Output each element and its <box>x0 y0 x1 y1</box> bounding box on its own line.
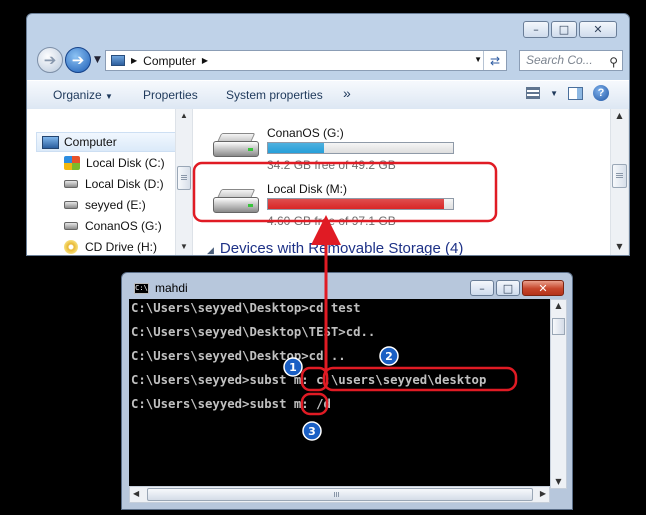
refresh-button[interactable]: ⇄ <box>483 51 506 70</box>
scroll-down-icon[interactable]: ▼ <box>611 242 628 251</box>
search-placeholder: Search Co... <box>526 53 593 67</box>
back-button[interactable]: ➔ <box>37 47 63 73</box>
change-view-icon[interactable] <box>526 87 541 99</box>
drive-icon <box>64 180 78 188</box>
drive-icon <box>64 222 78 230</box>
console-line: C:\Users\seyyed\Desktop>cd test <box>131 301 361 315</box>
drive-free-space: 4.60 GB free of 97.1 GB <box>267 214 396 228</box>
scroll-down-icon[interactable]: ▼ <box>551 477 566 486</box>
scroll-up-icon[interactable]: ▲ <box>176 111 192 120</box>
console-vertical-scrollbar[interactable]: ▲ ▼ <box>550 299 567 489</box>
nav-item-computer[interactable]: Computer <box>36 132 176 152</box>
windows-drive-icon <box>64 156 80 170</box>
address-dropdown-icon[interactable]: ▼ <box>474 55 482 64</box>
scrollbar-thumb[interactable] <box>612 164 627 188</box>
scroll-down-icon[interactable]: ▼ <box>176 242 192 251</box>
drive-item-g[interactable]: ConanOS (G:) 34.2 GB free of 49.2 GB <box>197 121 467 172</box>
navigation-pane: Computer Local Disk (C:) Local Disk (D:)… <box>27 109 193 255</box>
console-output[interactable]: C:\Users\seyyed\Desktop>cd test C:\Users… <box>129 299 550 496</box>
drive-name: ConanOS (G:) <box>267 126 344 140</box>
explorer-window: – □ ✕ ➔ ➔ ▼ ▶ Computer ▶ ▼ ⇄ Search Co..… <box>26 13 630 256</box>
forward-button[interactable]: ➔ <box>65 47 91 73</box>
minimize-button[interactable]: – <box>470 280 494 296</box>
nav-item-drive-c[interactable]: Local Disk (C:) <box>64 153 165 173</box>
nav-item-label: Computer <box>64 135 117 149</box>
organize-button[interactable]: Organize ▼ <box>53 88 113 102</box>
drive-usage-fill <box>268 199 444 209</box>
close-button[interactable]: ✕ <box>522 280 564 296</box>
hard-drive-icon <box>213 131 259 161</box>
search-icon: ⚲ <box>609 55 618 69</box>
hard-drive-icon <box>213 187 259 217</box>
console-line: C:\Users\seyyed>subst m: c:\users\seyyed… <box>131 373 487 387</box>
drive-usage-bar <box>267 142 454 154</box>
main-pane-scrollbar[interactable]: ▲ ▼ <box>610 109 629 255</box>
navigation-bar: ➔ ➔ ▼ ▶ Computer ▶ ▼ ⇄ Search Co... ⚲ <box>33 47 623 75</box>
address-bar[interactable]: ▶ Computer ▶ ▼ ⇄ <box>105 50 507 71</box>
console-window: C:\ mahdi – □ ✕ C:\Users\seyyed\Desktop>… <box>121 272 573 510</box>
drive-usage-fill <box>268 143 324 153</box>
collapse-arrow-icon[interactable]: ◢ <box>207 245 214 255</box>
back-arrow-icon: ➔ <box>43 51 57 69</box>
nav-item-label: CD Drive (H:) <box>85 240 157 254</box>
minimize-button[interactable]: – <box>523 21 549 38</box>
nav-item-label: Local Disk (D:) <box>85 177 164 191</box>
help-icon[interactable]: ? <box>593 85 609 101</box>
drive-usage-bar <box>267 198 454 210</box>
scroll-up-icon[interactable]: ▲ <box>611 111 628 120</box>
chevron-down-icon: ▼ <box>105 92 113 101</box>
drive-free-space: 34.2 GB free of 49.2 GB <box>267 158 396 172</box>
console-line: C:\Users\seyyed\Desktop>cd .. <box>131 349 346 363</box>
command-bar: Organize ▼ Properties System properties … <box>27 80 629 110</box>
scrollbar-thumb[interactable] <box>177 166 191 190</box>
console-line: C:\Users\seyyed>subst m: /d <box>131 397 331 411</box>
close-button[interactable]: ✕ <box>579 21 617 38</box>
nav-item-drive-g[interactable]: ConanOS (G:) <box>64 216 162 236</box>
maximize-button[interactable]: □ <box>551 21 577 38</box>
breadcrumb-arrow-icon[interactable]: ▶ <box>202 56 208 65</box>
nav-item-label: ConanOS (G:) <box>85 219 162 233</box>
group-header-label: Devices with Removable Storage (4) <box>219 240 464 256</box>
scroll-right-icon[interactable]: ▶ <box>540 489 546 498</box>
drive-item-m[interactable]: Local Disk (M:) 4.60 GB free of 97.1 GB <box>197 177 467 228</box>
console-window-controls: – □ ✕ <box>470 280 564 296</box>
console-line: C:\Users\seyyed\Desktop\TEST>cd.. <box>131 325 376 339</box>
search-input[interactable]: Search Co... ⚲ <box>519 50 623 71</box>
nav-item-label: seyyed (E:) <box>85 198 146 212</box>
breadcrumb-computer[interactable]: Computer <box>143 54 196 68</box>
drive-icon <box>64 201 78 209</box>
command-prompt-icon: C:\ <box>134 282 149 294</box>
nav-item-drive-h[interactable]: CD Drive (H:) <box>64 237 157 255</box>
refresh-icon: ⇄ <box>489 53 501 68</box>
forward-arrow-icon: ➔ <box>71 51 85 69</box>
scrollbar-thumb[interactable] <box>552 318 565 335</box>
system-properties-button[interactable]: System properties <box>226 88 323 102</box>
computer-icon <box>111 55 125 66</box>
cd-drive-icon <box>64 240 78 254</box>
drives-pane: ConanOS (G:) 34.2 GB free of 49.2 GB Loc… <box>197 109 611 255</box>
computer-icon <box>42 135 59 149</box>
nav-item-drive-e[interactable]: seyyed (E:) <box>64 195 146 215</box>
nav-item-label: Local Disk (C:) <box>86 156 165 170</box>
breadcrumb-arrow-icon[interactable]: ▶ <box>131 56 137 65</box>
console-title: mahdi <box>155 281 188 295</box>
preview-pane-icon[interactable] <box>568 86 583 100</box>
properties-button[interactable]: Properties <box>143 88 198 102</box>
drive-name: Local Disk (M:) <box>267 182 348 196</box>
console-title-bar: C:\ mahdi <box>134 281 188 295</box>
more-commands-button[interactable]: » <box>343 85 351 101</box>
nav-item-drive-d[interactable]: Local Disk (D:) <box>64 174 164 194</box>
console-horizontal-scrollbar[interactable]: ◀ ▶ <box>129 486 550 503</box>
scrollbar-thumb[interactable] <box>147 488 533 501</box>
group-header-removable[interactable]: ◢ Devices with Removable Storage (4) <box>207 240 464 256</box>
maximize-button[interactable]: □ <box>496 280 520 296</box>
explorer-content: Computer Local Disk (C:) Local Disk (D:)… <box>27 109 629 255</box>
window-controls: – □ ✕ <box>523 21 617 38</box>
nav-pane-scrollbar[interactable]: ▲ ▼ <box>175 109 193 255</box>
chevron-down-icon[interactable]: ▼ <box>550 89 558 98</box>
scroll-up-icon[interactable]: ▲ <box>551 301 566 310</box>
recent-pages-dropdown[interactable]: ▼ <box>94 55 101 65</box>
scroll-left-icon[interactable]: ◀ <box>133 489 139 498</box>
organize-label: Organize <box>53 88 102 102</box>
